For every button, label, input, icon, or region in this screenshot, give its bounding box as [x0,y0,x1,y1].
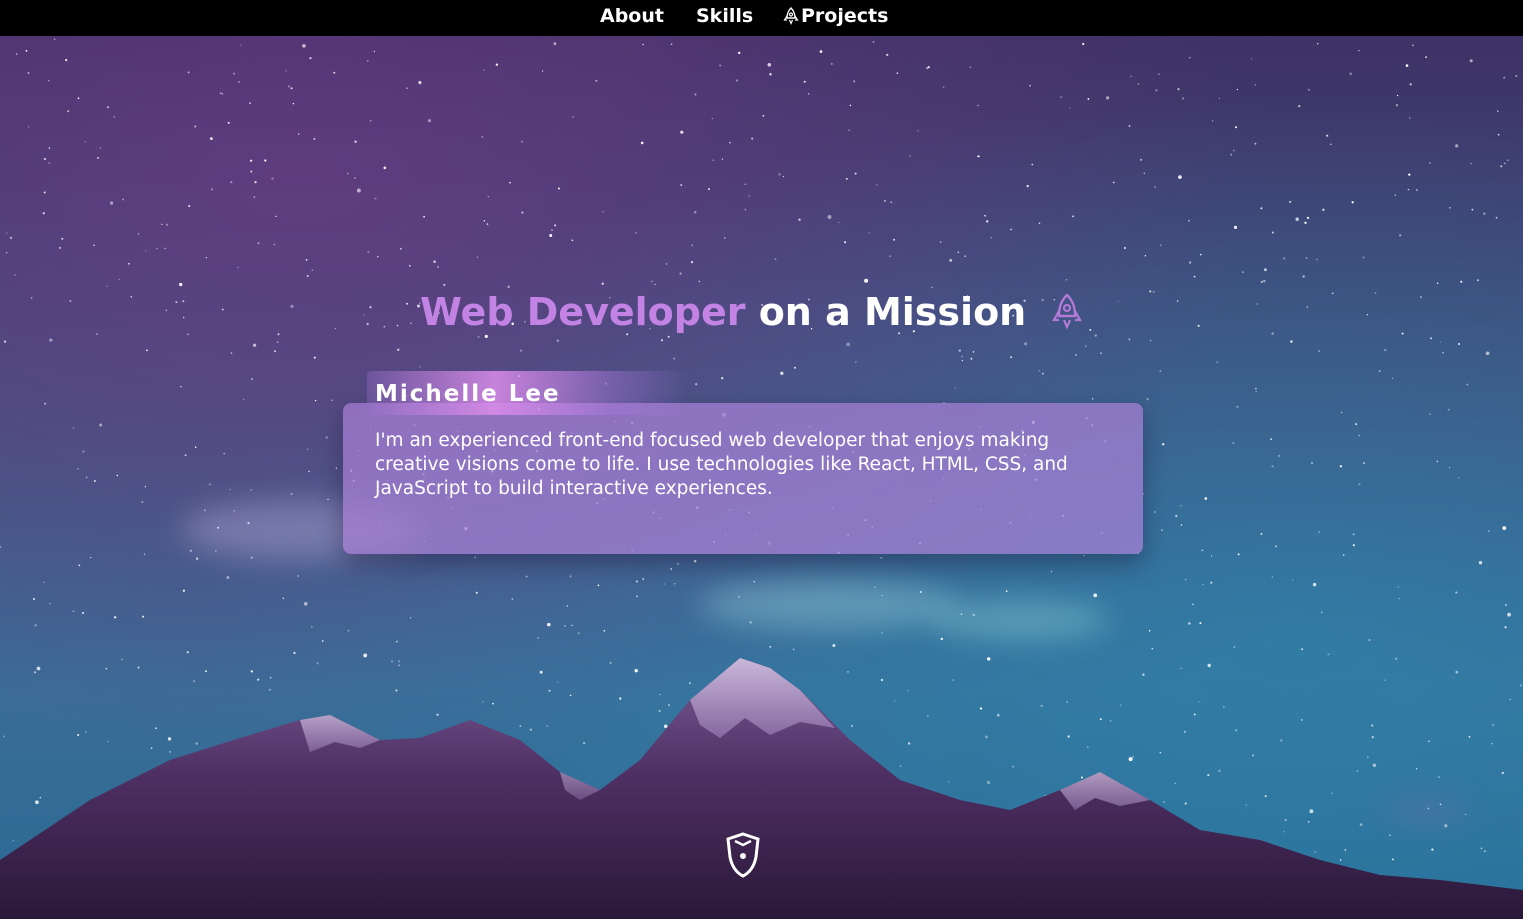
bio-card: I'm an experienced front-end focused web… [343,403,1143,554]
rocket-icon [783,7,799,25]
bio-text: I'm an experienced front-end focused web… [375,430,1068,499]
nav-link-projects[interactable]: Projects [783,4,888,28]
page: About Skills Projects Web Developer on a… [0,0,1523,919]
rocket-icon [1052,293,1083,330]
nav-link-about[interactable]: About [600,4,664,28]
hero-title: Web Developer on a Mission [420,284,1083,340]
hero-title-rest: on a Mission [758,290,1027,334]
scroll-down-shield-icon[interactable] [723,831,763,879]
developer-name: Michelle Lee [375,381,561,407]
top-nav: About Skills Projects [0,0,1523,36]
nav-link-projects-label: Projects [801,5,889,27]
nav-link-skills[interactable]: Skills [696,4,753,28]
hero-title-accent: Web Developer [420,290,746,334]
